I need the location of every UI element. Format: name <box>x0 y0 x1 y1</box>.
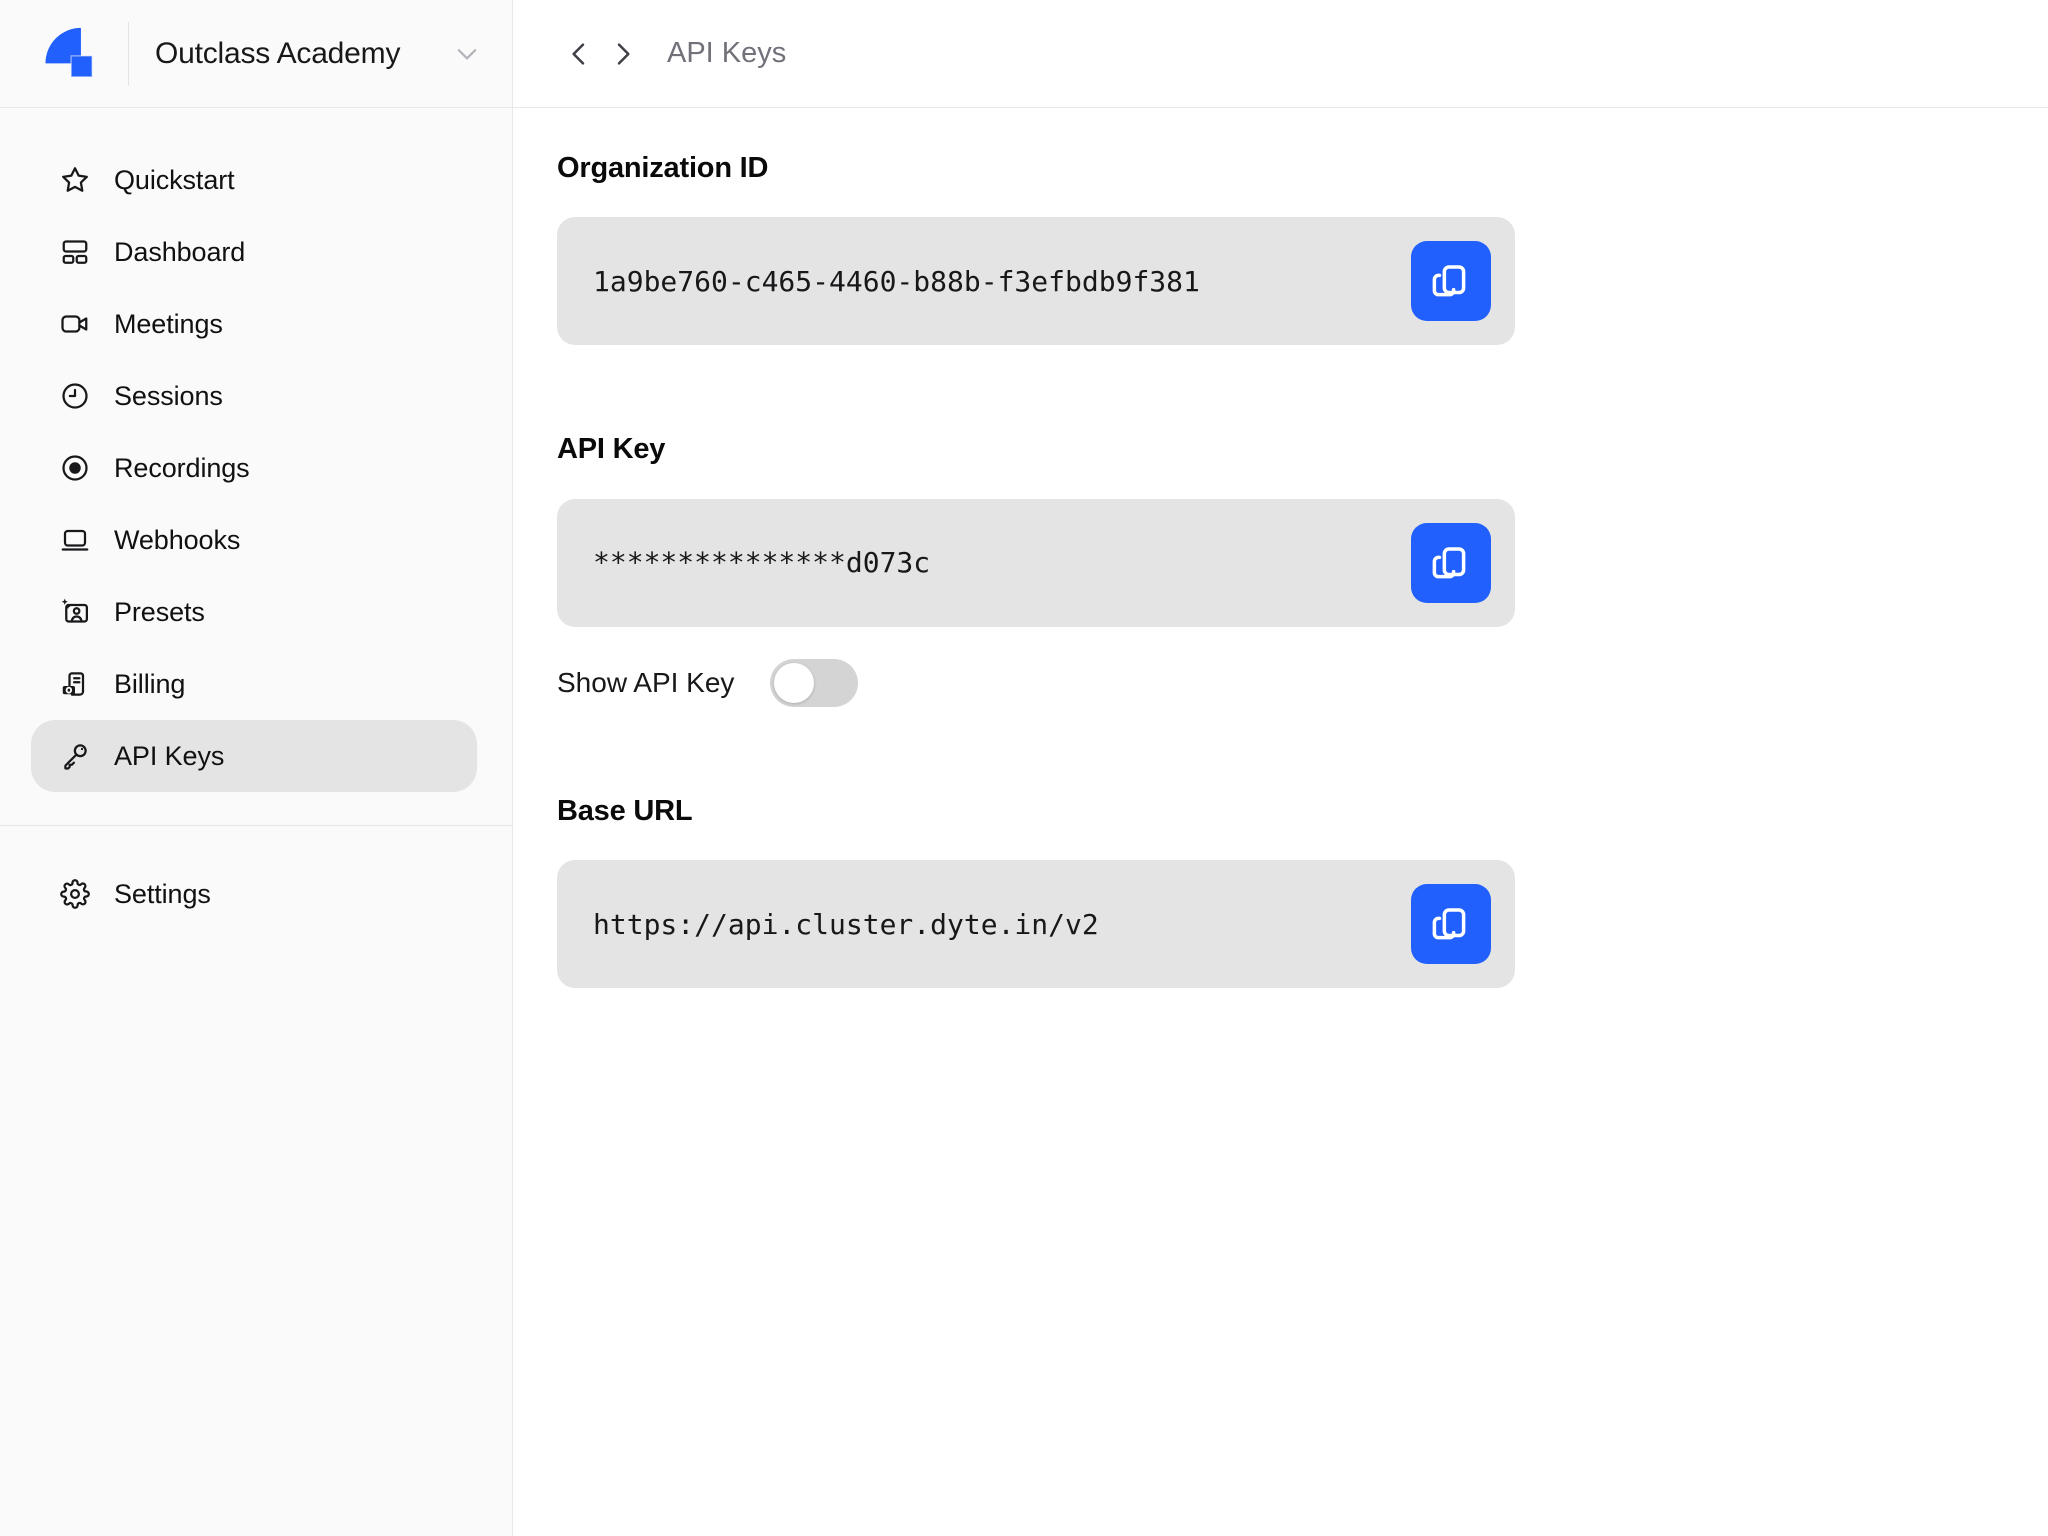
page-content: Organization ID 1a9be760-c465-4460-b88b-… <box>513 108 2048 1076</box>
chevron-left-icon <box>572 42 585 65</box>
sidebar-item-webhooks[interactable]: Webhooks <box>31 504 477 576</box>
sidebar-item-label: Dashboard <box>114 236 246 267</box>
gear-icon <box>60 879 90 909</box>
sidebar-item-quickstart[interactable]: Quickstart <box>31 144 477 216</box>
billing-receipt-icon <box>60 669 90 699</box>
copy-icon <box>1432 265 1466 297</box>
key-icon <box>60 741 90 771</box>
page-title: API Keys <box>667 37 787 69</box>
sidebar-item-meetings[interactable]: Meetings <box>31 288 477 360</box>
sidebar: Outclass Academy Quickstart Dashboard Me… <box>0 0 513 1536</box>
organization-id-value: 1a9be760-c465-4460-b88b-f3efbdb9f381 <box>593 264 1200 298</box>
laptop-icon <box>60 525 90 555</box>
topbar: API Keys <box>513 0 2048 108</box>
show-api-key-label: Show API Key <box>557 666 735 698</box>
sidebar-item-label: Webhooks <box>114 524 241 555</box>
api-key-label: API Key <box>557 433 666 466</box>
brand-bar: Outclass Academy <box>0 0 512 108</box>
api-key-value: ***************d073c <box>593 546 931 580</box>
presets-person-icon <box>60 597 90 627</box>
record-icon <box>60 453 90 483</box>
sidebar-item-label: Recordings <box>114 452 250 483</box>
copy-base-url-button[interactable] <box>1411 884 1491 965</box>
api-key-field: ***************d073c <box>557 498 1515 627</box>
copy-organization-id-button[interactable] <box>1411 241 1491 322</box>
base-url-label: Base URL <box>557 794 693 827</box>
base-url-value: https://api.cluster.dyte.in/v2 <box>593 907 1099 941</box>
star-icon <box>60 165 90 195</box>
sidebar-item-label: Settings <box>114 878 211 909</box>
sidebar-item-label: Presets <box>114 596 205 627</box>
video-camera-icon <box>60 309 90 339</box>
org-switcher[interactable]: Outclass Academy <box>155 37 482 71</box>
dashboard-icon <box>60 237 90 267</box>
sidebar-item-label: Quickstart <box>114 164 235 195</box>
copy-icon <box>1432 546 1466 579</box>
copy-api-key-button[interactable] <box>1411 522 1491 603</box>
toggle-knob <box>774 662 815 703</box>
sidebar-item-sessions[interactable]: Sessions <box>31 360 477 432</box>
sidebar-item-presets[interactable]: Presets <box>31 576 477 648</box>
sidebar-item-dashboard[interactable]: Dashboard <box>31 216 477 288</box>
brand-separator <box>128 21 129 86</box>
copy-icon <box>1432 908 1466 940</box>
main-area: API Keys Organization ID 1a9be760-c465-4… <box>513 0 2048 1536</box>
sidebar-item-label: Meetings <box>114 308 223 339</box>
sidebar-item-settings[interactable]: Settings <box>31 858 477 930</box>
sidebar-item-api-keys[interactable]: API Keys <box>31 720 477 792</box>
sidebar-item-label: Billing <box>114 668 186 699</box>
show-api-key-row: Show API Key <box>557 658 2048 707</box>
show-api-key-toggle[interactable] <box>770 658 859 707</box>
forward-button[interactable] <box>601 32 645 76</box>
sidebar-item-billing[interactable]: Billing <box>31 648 477 720</box>
dyte-logo-icon <box>45 27 93 78</box>
sidebar-footer: Settings <box>0 826 512 930</box>
app-window: Outclass Academy Quickstart Dashboard Me… <box>0 0 2048 1536</box>
chevron-down-icon <box>452 39 482 69</box>
organization-id-field: 1a9be760-c465-4460-b88b-f3efbdb9f381 <box>557 217 1515 346</box>
back-button[interactable] <box>557 32 601 76</box>
sidebar-item-label: API Keys <box>114 740 225 771</box>
organization-id-label: Organization ID <box>557 152 769 184</box>
org-name: Outclass Academy <box>155 36 401 70</box>
sidebar-item-recordings[interactable]: Recordings <box>31 432 477 504</box>
sidebar-nav: Quickstart Dashboard Meetings Sessions R… <box>0 108 512 930</box>
base-url-field: https://api.cluster.dyte.in/v2 <box>557 860 1515 989</box>
chevron-right-icon <box>617 42 630 65</box>
clock-icon <box>60 381 90 411</box>
sidebar-item-label: Sessions <box>114 380 223 411</box>
